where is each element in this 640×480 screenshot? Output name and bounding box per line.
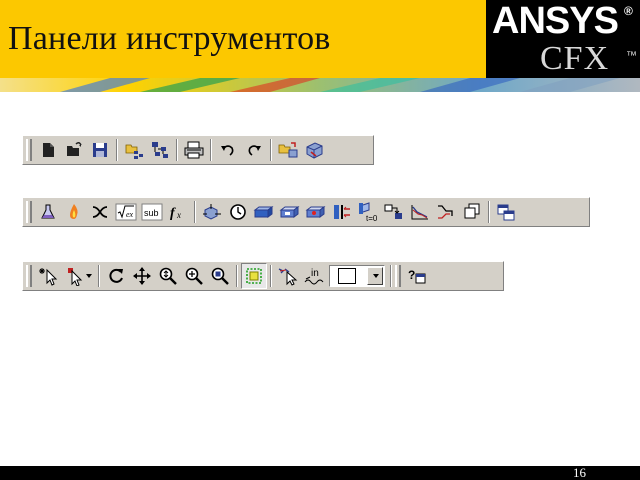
logo-trademark: ™ <box>626 50 637 62</box>
material-icon[interactable] <box>35 199 61 225</box>
toolbar-separator <box>390 265 392 287</box>
pick-icon[interactable] <box>61 263 95 289</box>
toolbar-separator <box>116 139 118 161</box>
boundary-icon[interactable] <box>251 199 277 225</box>
viewer-toolbar: in ? <box>22 261 504 291</box>
initialization-icon[interactable]: t=0 <box>355 199 381 225</box>
solver-control-icon[interactable] <box>381 199 407 225</box>
label-icon[interactable]: in <box>301 263 327 289</box>
domain-icon[interactable] <box>199 199 225 225</box>
color-swatch <box>338 268 356 284</box>
chevron-down-icon <box>372 274 379 278</box>
page-number: 16 <box>573 465 586 480</box>
user-routine-icon[interactable]: sub <box>139 199 165 225</box>
redo-icon[interactable] <box>241 137 267 163</box>
mesh-adaption-icon[interactable] <box>459 199 485 225</box>
fit-view-icon[interactable] <box>207 263 233 289</box>
print-icon[interactable] <box>181 137 207 163</box>
toolbar-separator <box>98 265 100 287</box>
svg-text:sub: sub <box>144 208 159 218</box>
open-icon[interactable] <box>61 137 87 163</box>
toolbar-grip[interactable] <box>395 265 401 287</box>
toolbar-separator <box>210 139 212 161</box>
help-icon[interactable]: ? <box>404 263 430 289</box>
svg-text:ex: ex <box>126 210 134 219</box>
subdomain-icon[interactable] <box>277 199 303 225</box>
export-icon[interactable] <box>301 137 327 163</box>
save-case-icon[interactable] <box>147 137 173 163</box>
import-icon[interactable] <box>275 137 301 163</box>
svg-text:x: x <box>176 210 181 220</box>
save-icon[interactable] <box>87 137 113 163</box>
svg-text:t=0: t=0 <box>366 214 378 223</box>
toolbar-grip[interactable] <box>26 201 32 223</box>
zoom-icon[interactable] <box>155 263 181 289</box>
output-control-icon[interactable] <box>407 199 433 225</box>
toolbar-grip[interactable] <box>26 265 32 287</box>
expression-icon[interactable]: ex <box>113 199 139 225</box>
svg-text:f: f <box>170 206 176 221</box>
logo-registered-mark: ® <box>624 4 633 18</box>
toolbar-separator <box>270 139 272 161</box>
define-run-icon[interactable] <box>493 199 519 225</box>
monitor-icon[interactable] <box>433 199 459 225</box>
toolbar-separator <box>488 201 490 223</box>
new-icon[interactable] <box>35 137 61 163</box>
svg-text:in: in <box>311 268 319 279</box>
additional-variable-icon[interactable] <box>87 199 113 225</box>
svg-text:?: ? <box>408 268 415 282</box>
toolbar-separator <box>194 201 196 223</box>
zoom-box-icon[interactable] <box>181 263 207 289</box>
standard-toolbar <box>22 135 374 165</box>
open-case-icon[interactable] <box>121 137 147 163</box>
pick-dropdown-icon[interactable] <box>85 274 92 278</box>
insert-toolbar: ex sub fx t=0 <box>22 197 590 227</box>
slide-title: Панели инструментов <box>8 20 331 57</box>
slide-header: Панели инструментов ANSYS ® CFX ™ <box>0 0 640 78</box>
color-combo[interactable] <box>329 265 385 287</box>
toolbar-separator <box>176 139 178 161</box>
pan-icon[interactable] <box>129 263 155 289</box>
show-faces-icon[interactable] <box>275 263 301 289</box>
highlight-icon[interactable] <box>241 263 267 289</box>
ansys-cfx-logo: ANSYS ® CFX ™ <box>486 0 640 78</box>
source-point-icon[interactable] <box>303 199 329 225</box>
select-icon[interactable] <box>35 263 61 289</box>
color-dropdown-button[interactable] <box>367 267 383 285</box>
header-banner-graphic <box>0 78 640 92</box>
logo-brand-text: ANSYS <box>492 0 619 42</box>
undo-icon[interactable] <box>215 137 241 163</box>
user-function-icon[interactable]: fx <box>165 199 191 225</box>
toolbar-separator <box>236 265 238 287</box>
rotate-icon[interactable] <box>103 263 129 289</box>
logo-product-text: CFX <box>540 40 610 77</box>
reaction-icon[interactable] <box>61 199 87 225</box>
simulation-control-icon[interactable] <box>225 199 251 225</box>
toolbar-grip[interactable] <box>26 139 32 161</box>
slide-footer: 16 <box>0 466 640 480</box>
toolbar-separator <box>270 265 272 287</box>
interface-icon[interactable] <box>329 199 355 225</box>
